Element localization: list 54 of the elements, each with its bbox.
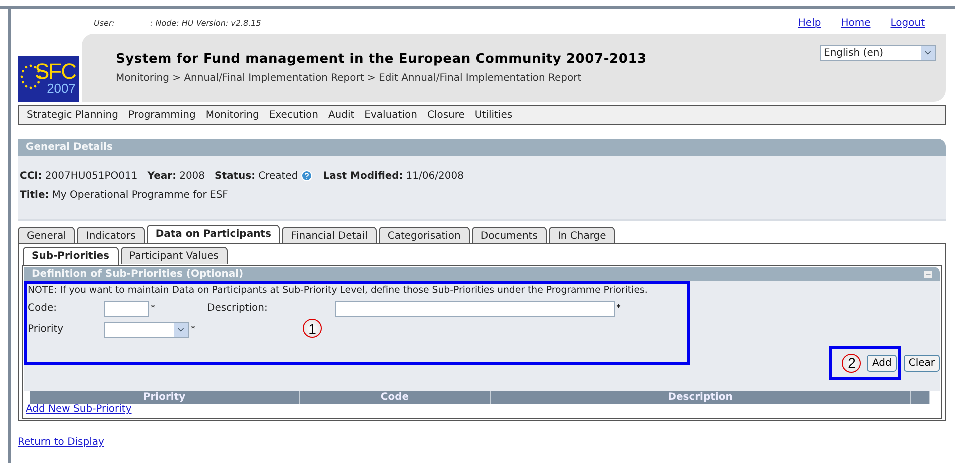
detail-field: Title: My Operational Programme for ESF: [20, 190, 228, 201]
priority-select[interactable]: [104, 322, 189, 338]
sub-tab[interactable]: Sub-Priorities: [23, 247, 118, 266]
required-mark: *: [191, 324, 196, 334]
column-header: Priority: [30, 391, 300, 404]
field-label: Priority: [28, 324, 65, 335]
tab[interactable]: Data on Participants: [146, 225, 280, 244]
minimize-icon[interactable]: [924, 270, 932, 278]
menu-item[interactable]: Audit: [328, 110, 355, 120]
note-text: NOTE: If you want to maintain Data on Participants at Sub-Priority Level, define those Sub-Priorities under the Programme Priorities.: [28, 285, 648, 296]
required-mark: *: [616, 304, 621, 314]
field-label: Code:: [28, 303, 58, 314]
panel-header: General Details: [18, 139, 946, 156]
menu-item[interactable]: Evaluation: [364, 110, 418, 120]
language-select[interactable]: English (en): [820, 45, 936, 61]
menu-item[interactable]: Strategic Planning: [27, 110, 118, 120]
logo: SFC 2007: [18, 56, 79, 102]
tab[interactable]: General: [18, 227, 76, 244]
detail-field: Last Modified: 11/06/2008: [323, 170, 464, 182]
description-input[interactable]: [334, 300, 614, 316]
menu-item[interactable]: Utilities: [474, 110, 513, 120]
tab[interactable]: Categorisation: [378, 227, 470, 244]
code-input[interactable]: [104, 300, 149, 316]
detail-field: Year: 2008: [148, 170, 206, 182]
header-link[interactable]: Logout: [890, 18, 925, 28]
help-icon[interactable]: [301, 170, 314, 182]
detail-field: CCI: 2007HU051PO011: [20, 170, 138, 182]
tab[interactable]: Documents: [472, 227, 547, 244]
menu-item[interactable]: Execution: [269, 110, 318, 120]
return-link[interactable]: Return to Display: [18, 437, 104, 448]
header-link[interactable]: Home: [841, 18, 871, 28]
header-link[interactable]: Help: [798, 18, 822, 28]
breadcrumb: Monitoring > Annual/Final Implementation Report > Edit Annual/Final Implementation Report: [116, 73, 583, 84]
field-label: Description:: [208, 303, 269, 314]
menu-item[interactable]: Programming: [128, 110, 196, 120]
sub-tab[interactable]: Participant Values: [120, 247, 228, 264]
column-header: Code: [300, 391, 491, 404]
tab[interactable]: In Charge: [548, 227, 616, 244]
add-sub-priority-link[interactable]: Add New Sub-Priority: [26, 404, 132, 415]
page-title: System for Fund management in the European Community 2007-2013: [116, 52, 647, 67]
user-session-info: User: : Node: HU Version: v2.8.15: [94, 18, 262, 28]
menu-item[interactable]: Monitoring: [206, 110, 260, 120]
detail-field: Status: Created: [215, 170, 314, 182]
column-header: [911, 391, 930, 404]
required-mark: *: [151, 304, 156, 314]
add-button[interactable]: Add: [867, 354, 897, 372]
callout-marker: 1: [303, 319, 322, 338]
menu-item[interactable]: Closure: [427, 110, 465, 120]
clear-button[interactable]: Clear: [904, 354, 940, 372]
section-title: Definition of Sub-Priorities (Optional): [32, 268, 244, 280]
tab[interactable]: Indicators: [77, 227, 145, 244]
column-header: Description: [491, 391, 911, 404]
callout-marker: 2: [842, 354, 862, 372]
tab[interactable]: Financial Detail: [282, 227, 377, 244]
